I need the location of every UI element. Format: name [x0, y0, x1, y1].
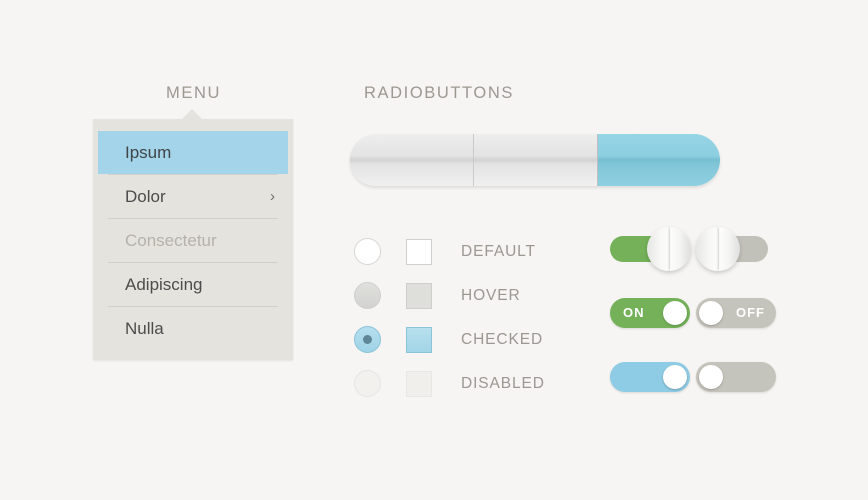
- segment-2[interactable]: [473, 134, 597, 186]
- segmented-control[interactable]: [350, 134, 720, 186]
- control-states-list: DEFAULT HOVER CHECKED DISABLED: [354, 230, 545, 405]
- toggle-knob[interactable]: [663, 301, 687, 325]
- control-label: DEFAULT: [461, 242, 536, 260]
- radio-button-disabled: [354, 370, 381, 397]
- menu-item-dolor[interactable]: Dolor ›: [93, 175, 293, 218]
- ui-kit-canvas: MENU RADIOBUTTONS Ipsum Dolor › Consecte…: [0, 0, 868, 500]
- menu-item-label: Consectetur: [125, 231, 217, 250]
- control-label: DISABLED: [461, 374, 545, 392]
- segment-3-selected[interactable]: [596, 134, 720, 186]
- section-title-menu: MENU: [166, 84, 221, 102]
- radio-button-default[interactable]: [354, 238, 381, 265]
- toggle-track: [696, 362, 776, 392]
- toggle-knob[interactable]: [663, 365, 687, 389]
- toggle-switch-grey-off-plain[interactable]: [696, 355, 782, 398]
- menu-item-label: Dolor: [125, 187, 166, 206]
- menu-item-label: Ipsum: [125, 143, 172, 162]
- checkbox-hover[interactable]: [406, 282, 432, 309]
- toggle-label-off: OFF: [736, 305, 765, 320]
- toggle-track: OFF: [696, 298, 776, 328]
- toggle-switch-off[interactable]: OFF: [696, 291, 782, 334]
- control-row-disabled: DISABLED: [354, 362, 545, 405]
- toggle-switch-group: ON OFF: [610, 227, 782, 398]
- menu-item-consectetur: Consectetur: [93, 219, 293, 262]
- toggle-row-plain: [610, 355, 782, 398]
- toggle-track: ON: [610, 298, 690, 328]
- dropdown-menu: Ipsum Dolor › Consectetur Adipiscing Nul…: [93, 109, 293, 360]
- segment-1[interactable]: [350, 134, 474, 186]
- menu-item-adipiscing[interactable]: Adipiscing: [93, 263, 293, 306]
- menu-item-label: Adipiscing: [125, 275, 203, 294]
- toggle-switch-on[interactable]: ON: [610, 291, 696, 334]
- checkbox-disabled: [406, 370, 432, 397]
- toggle-track: [610, 362, 690, 392]
- radio-button-hover[interactable]: [354, 282, 381, 309]
- control-row-hover: HOVER: [354, 274, 545, 317]
- toggle-row-labeled: ON OFF: [610, 291, 782, 334]
- control-row-default: DEFAULT: [354, 230, 545, 273]
- control-row-checked: CHECKED: [354, 318, 545, 361]
- radio-dot-icon: [363, 335, 372, 344]
- menu-item-ipsum[interactable]: Ipsum: [98, 131, 288, 174]
- toggle-knob[interactable]: [696, 227, 740, 271]
- menu-item-nulla[interactable]: Nulla: [93, 307, 293, 350]
- toggle-label-on: ON: [623, 305, 645, 320]
- toggle-knob[interactable]: [699, 301, 723, 325]
- checkbox-checked[interactable]: [406, 326, 432, 353]
- section-title-radiobuttons: RADIOBUTTONS: [364, 84, 514, 102]
- toggle-knob[interactable]: [699, 365, 723, 389]
- menu-item-label: Nulla: [125, 319, 164, 338]
- toggle-row-knob-style: [610, 227, 782, 271]
- checkbox-default[interactable]: [406, 238, 432, 265]
- toggle-switch-grey-off[interactable]: [696, 227, 782, 271]
- chevron-right-icon: ›: [270, 188, 275, 205]
- toggle-switch-blue-on[interactable]: [610, 355, 696, 398]
- toggle-knob[interactable]: [647, 227, 691, 271]
- toggle-switch-green-on[interactable]: [610, 227, 696, 271]
- radio-button-checked[interactable]: [354, 326, 381, 353]
- menu-panel: Ipsum Dolor › Consectetur Adipiscing Nul…: [93, 119, 293, 360]
- control-label: HOVER: [461, 286, 521, 304]
- control-label: CHECKED: [461, 330, 544, 348]
